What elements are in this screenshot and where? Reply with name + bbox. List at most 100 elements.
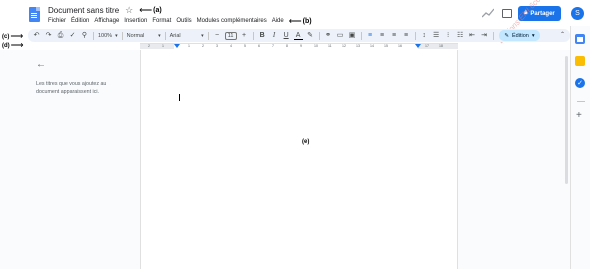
menu-bar: Fichier Édition Affichage Insertion Form… bbox=[48, 15, 312, 26]
pencil-icon: ✎ bbox=[504, 32, 509, 39]
toolbar-divider bbox=[121, 31, 123, 40]
align-right-icon[interactable]: ≡ bbox=[390, 31, 399, 40]
menu-view[interactable]: Affichage bbox=[94, 18, 119, 24]
ruler-label: 1 bbox=[188, 44, 190, 48]
right-indent-marker[interactable] bbox=[415, 44, 421, 48]
underline-button[interactable]: U bbox=[282, 31, 291, 40]
chevron-down-icon: ▾ bbox=[115, 32, 118, 39]
add-addon-icon[interactable]: + bbox=[576, 110, 582, 121]
ruler-label: 8 bbox=[286, 44, 288, 48]
menu-insert[interactable]: Insertion bbox=[124, 18, 147, 24]
hide-menus-chevron-icon[interactable]: ⌃ bbox=[560, 31, 565, 38]
toolbar-divider bbox=[414, 31, 416, 40]
ruler-label: 11 bbox=[328, 44, 332, 48]
avatar[interactable]: S bbox=[571, 7, 584, 20]
font-size-input[interactable]: 11 bbox=[224, 31, 237, 40]
ruler-label: 4 bbox=[230, 44, 232, 48]
scrollbar[interactable] bbox=[565, 56, 568, 184]
paint-format-icon[interactable]: ⚲ bbox=[80, 31, 89, 40]
decrease-font-size-button[interactable]: − bbox=[213, 31, 222, 40]
menu-help[interactable]: Aide bbox=[272, 18, 284, 24]
justify-icon[interactable]: ≡ bbox=[402, 31, 411, 40]
zoom-select[interactable]: 100% ▾ bbox=[98, 33, 118, 39]
document-title[interactable]: Document sans titre bbox=[48, 6, 119, 15]
menu-file[interactable]: Fichier bbox=[48, 18, 66, 24]
line-spacing-icon[interactable]: ↕ bbox=[420, 31, 429, 40]
numbered-list-icon[interactable]: ☷ bbox=[456, 31, 465, 40]
ruler-label: 13 bbox=[356, 44, 360, 48]
side-panel: ✓ + bbox=[570, 26, 590, 269]
calendar-icon[interactable] bbox=[575, 34, 585, 44]
ruler-label: 12 bbox=[342, 44, 346, 48]
ruler[interactable]: 2 1 1 2 3 4 5 6 7 8 9 10 11 12 13 14 15 … bbox=[140, 43, 458, 49]
decrease-indent-icon[interactable]: ⇤ bbox=[468, 31, 477, 40]
toolbar-divider bbox=[207, 31, 209, 40]
formatting-toolbar: ↶ ↷ ⎙ ✓ ⚲ 100% ▾ Normal ▾ Arial ▾ − 11 + B … bbox=[28, 29, 570, 42]
print-icon[interactable]: ⎙ bbox=[56, 31, 65, 40]
back-arrow-icon[interactable]: ← bbox=[36, 59, 46, 70]
link-icon[interactable]: ⚭ bbox=[324, 31, 333, 40]
ruler-left-margin bbox=[140, 44, 174, 49]
ruler-label: 2 bbox=[202, 44, 204, 48]
italic-button[interactable]: I bbox=[270, 31, 279, 40]
ruler-label: 7 bbox=[272, 44, 274, 48]
checklist-icon[interactable]: ☰ bbox=[432, 31, 441, 40]
menu-format[interactable]: Format bbox=[152, 18, 171, 24]
chevron-down-icon: ▾ bbox=[158, 32, 161, 39]
ruler-label: 16 bbox=[398, 44, 402, 48]
side-panel-divider bbox=[577, 101, 585, 102]
activity-trend-icon[interactable] bbox=[482, 8, 494, 18]
share-button[interactable]: 🔒︎ Partager bbox=[518, 6, 561, 21]
align-left-icon[interactable]: ≡ bbox=[366, 31, 375, 40]
highlighter-icon[interactable]: ✎ bbox=[306, 31, 315, 40]
bold-button[interactable]: B bbox=[258, 31, 267, 40]
menu-addons[interactable]: Modules complémentaires bbox=[197, 18, 267, 24]
share-label: Partager bbox=[530, 10, 555, 17]
spellcheck-icon[interactable]: ✓ bbox=[68, 31, 77, 40]
increase-indent-icon[interactable]: ⇥ bbox=[480, 31, 489, 40]
font-select[interactable]: Arial ▾ bbox=[170, 33, 204, 39]
keep-icon[interactable] bbox=[575, 56, 585, 66]
chevron-down-icon: ▾ bbox=[201, 32, 204, 39]
toolbar-divider bbox=[93, 31, 94, 40]
add-comment-icon[interactable]: ▭ bbox=[336, 31, 345, 40]
undo-icon[interactable]: ↶ bbox=[32, 31, 41, 40]
menu-edit[interactable]: Édition bbox=[71, 18, 89, 24]
tasks-icon[interactable]: ✓ bbox=[575, 78, 585, 88]
ruler-label: 9 bbox=[300, 44, 302, 48]
ruler-label: 3 bbox=[216, 44, 218, 48]
ruler-label: 17 bbox=[425, 44, 429, 48]
star-icon[interactable]: ☆ bbox=[125, 6, 133, 15]
indent-marker[interactable] bbox=[174, 44, 180, 48]
text-color-button[interactable]: A bbox=[293, 32, 303, 40]
increase-font-size-button[interactable]: + bbox=[240, 31, 249, 40]
toolbar-divider bbox=[360, 31, 362, 40]
image-icon[interactable]: ▣ bbox=[348, 31, 357, 40]
ruler-label: 10 bbox=[314, 44, 318, 48]
text-cursor bbox=[179, 94, 181, 101]
title-row: Document sans titre ☆ ⟵ (a) bbox=[48, 5, 162, 15]
editing-mode-label: Édition bbox=[512, 32, 529, 39]
annotation-a: ⟵ (a) bbox=[139, 4, 162, 15]
chevron-down-icon: ▾ bbox=[531, 32, 535, 39]
ruler-label: 1 bbox=[162, 44, 164, 48]
ruler-label: 5 bbox=[244, 44, 246, 48]
bulleted-list-icon[interactable]: ⁝ bbox=[444, 31, 453, 40]
lock-icon: 🔒︎ bbox=[524, 10, 528, 16]
annotation-e: (e) bbox=[302, 139, 310, 145]
ruler-right-margin bbox=[418, 44, 458, 49]
editing-mode-button[interactable]: ✎ Édition ▾ bbox=[499, 30, 540, 41]
toolbar-divider bbox=[252, 31, 254, 40]
annotation-b: ⟵ (b) bbox=[288, 15, 312, 26]
ruler-label: 2 bbox=[148, 44, 150, 48]
document-page[interactable] bbox=[140, 50, 458, 269]
docs-logo[interactable] bbox=[29, 7, 40, 22]
menu-tools[interactable]: Outils bbox=[176, 18, 191, 24]
ruler-label: 14 bbox=[370, 44, 374, 48]
align-center-icon[interactable]: ≡ bbox=[378, 31, 387, 40]
redo-icon[interactable]: ↷ bbox=[44, 31, 53, 40]
style-select[interactable]: Normal ▾ bbox=[127, 33, 161, 39]
comments-icon[interactable] bbox=[502, 9, 512, 18]
toolbar-divider bbox=[318, 31, 320, 40]
ruler-label: 15 bbox=[384, 44, 388, 48]
